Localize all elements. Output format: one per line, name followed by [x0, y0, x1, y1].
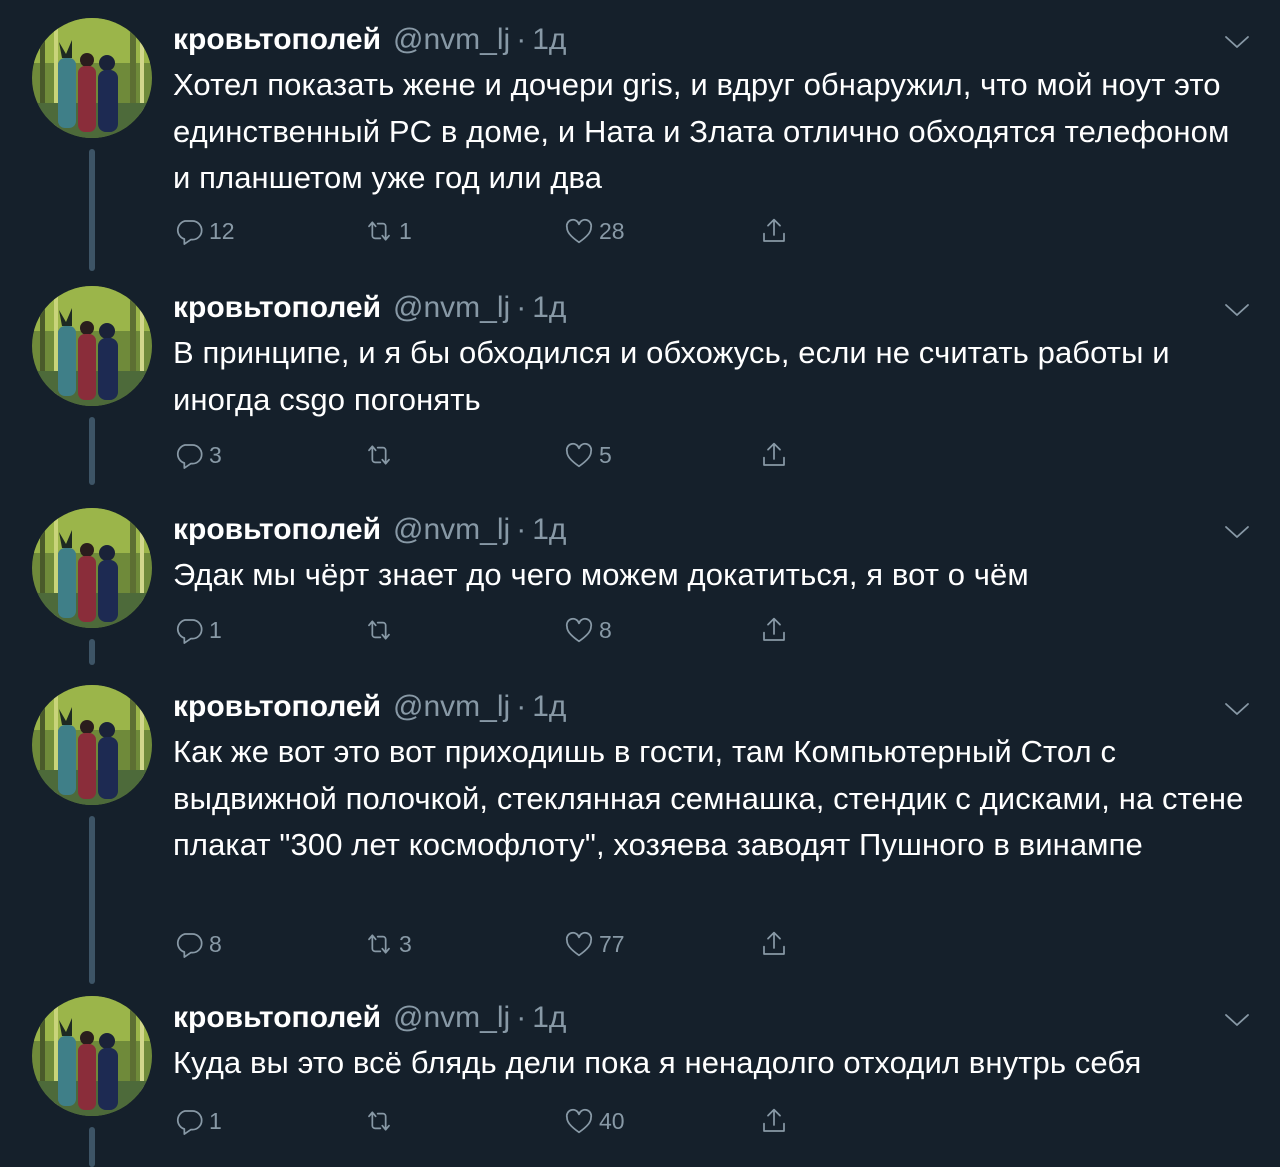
retweet-button[interactable] [363, 1101, 399, 1141]
separator-dot: · [516, 23, 527, 56]
display-name[interactable]: кровьтополей [173, 20, 381, 60]
like-button[interactable]: 5 [563, 435, 612, 475]
like-button[interactable]: 77 [563, 924, 625, 964]
reply-icon [173, 215, 205, 247]
thread-line [89, 149, 95, 271]
like-count: 5 [599, 441, 612, 468]
reply-icon [173, 928, 205, 960]
timestamp[interactable]: 1д [532, 510, 566, 550]
reply-button[interactable]: 12 [173, 211, 235, 251]
thread-line [89, 639, 95, 665]
timestamp[interactable]: 1д [532, 687, 566, 727]
timestamp[interactable]: 1д [532, 288, 566, 328]
thread-line [89, 417, 95, 485]
like-icon [563, 215, 595, 247]
reply-count: 1 [209, 1107, 222, 1134]
avatar[interactable] [32, 286, 152, 406]
tweet-header: кровьтополей @nvm_lj · 1д [173, 288, 566, 328]
tweet-header: кровьтополей @nvm_lj · 1д [173, 998, 566, 1038]
retweet-button[interactable]: 1 [363, 211, 412, 251]
separator-dot: · [516, 1001, 527, 1034]
tweet-text: В принципе, и я бы обходился и обхожусь,… [173, 335, 1170, 417]
like-count: 77 [599, 930, 625, 957]
retweet-icon [363, 439, 395, 471]
tweet-header: кровьтополей @nvm_lj · 1д [173, 687, 566, 727]
reply-count: 12 [209, 217, 235, 244]
chevron-down-icon[interactable] [1222, 300, 1252, 320]
username[interactable]: @nvm_lj [393, 687, 510, 727]
like-count: 8 [599, 616, 612, 643]
username[interactable]: @nvm_lj [393, 510, 510, 550]
avatar[interactable] [32, 685, 152, 805]
username[interactable]: @nvm_lj [393, 998, 510, 1038]
like-count: 40 [599, 1107, 625, 1134]
avatar[interactable] [32, 18, 152, 138]
retweet-button[interactable]: 3 [363, 924, 412, 964]
share-icon [758, 439, 790, 471]
share-button[interactable] [758, 924, 794, 964]
share-icon [758, 215, 790, 247]
reply-button[interactable]: 3 [173, 435, 222, 475]
like-button[interactable]: 28 [563, 211, 625, 251]
like-icon [563, 439, 595, 471]
reply-count: 3 [209, 441, 222, 468]
username[interactable]: @nvm_lj [393, 288, 510, 328]
separator-dot: · [516, 690, 527, 723]
reply-icon [173, 1105, 205, 1137]
thread-line [89, 816, 95, 984]
like-icon [563, 928, 595, 960]
username[interactable]: @nvm_lj [393, 20, 510, 60]
display-name[interactable]: кровьтополей [173, 687, 381, 727]
share-button[interactable] [758, 1101, 794, 1141]
retweet-icon [363, 614, 395, 646]
like-button[interactable]: 8 [563, 610, 612, 650]
retweet-count: 1 [399, 217, 412, 244]
retweet-icon [363, 1105, 395, 1137]
share-icon [758, 614, 790, 646]
chevron-down-icon[interactable] [1222, 32, 1252, 52]
reply-count: 8 [209, 930, 222, 957]
timestamp[interactable]: 1д [532, 20, 566, 60]
like-button[interactable]: 40 [563, 1101, 625, 1141]
chevron-down-icon[interactable] [1222, 522, 1252, 542]
share-button[interactable] [758, 211, 794, 251]
share-button[interactable] [758, 435, 794, 475]
display-name[interactable]: кровьтополей [173, 998, 381, 1038]
retweet-button[interactable] [363, 435, 399, 475]
reply-icon [173, 614, 205, 646]
share-icon [758, 1105, 790, 1137]
retweet-button[interactable] [363, 610, 399, 650]
like-count: 28 [599, 217, 625, 244]
retweet-count: 3 [399, 930, 412, 957]
like-icon [563, 1105, 595, 1137]
thread-line [89, 1127, 95, 1167]
reply-icon [173, 439, 205, 471]
reply-button[interactable]: 1 [173, 610, 222, 650]
tweet-text: Эдак мы чёрт знает до чего можем докатит… [173, 557, 1029, 592]
tweet-text: Как же вот это вот приходишь в гости, та… [173, 734, 1244, 862]
timestamp[interactable]: 1д [532, 998, 566, 1038]
reply-button[interactable]: 1 [173, 1101, 222, 1141]
retweet-icon [363, 215, 395, 247]
separator-dot: · [516, 291, 527, 324]
tweet-header: кровьтополей @nvm_lj · 1д [173, 510, 566, 550]
chevron-down-icon[interactable] [1222, 699, 1252, 719]
retweet-icon [363, 928, 395, 960]
display-name[interactable]: кровьтополей [173, 510, 381, 550]
share-button[interactable] [758, 610, 794, 650]
avatar[interactable] [32, 996, 152, 1116]
share-icon [758, 928, 790, 960]
reply-button[interactable]: 8 [173, 924, 222, 964]
tweet-text: Хотел показать жене и дочери gris, и вдр… [173, 67, 1230, 195]
like-icon [563, 614, 595, 646]
tweet-text: Куда вы это всё блядь дели пока я ненадо… [173, 1045, 1142, 1080]
tweet-header: кровьтополей @nvm_lj · 1д [173, 20, 566, 60]
separator-dot: · [516, 513, 527, 546]
avatar[interactable] [32, 508, 152, 628]
display-name[interactable]: кровьтополей [173, 288, 381, 328]
chevron-down-icon[interactable] [1222, 1010, 1252, 1030]
reply-count: 1 [209, 616, 222, 643]
